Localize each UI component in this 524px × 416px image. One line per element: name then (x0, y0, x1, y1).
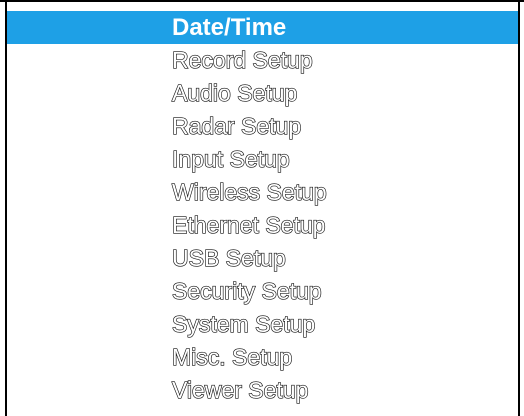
menu-item-wireless-setup[interactable]: Wireless Setup (7, 176, 518, 209)
menu-item-date-time[interactable]: Date/Time (7, 11, 518, 44)
menu-item-ethernet-setup[interactable]: Ethernet Setup (7, 209, 518, 242)
menu-item-usb-setup[interactable]: USB Setup (7, 242, 518, 275)
menu-item-record-setup[interactable]: Record Setup (7, 44, 518, 77)
right-border (518, 0, 520, 416)
setup-menu-screen: Date/Time Record Setup Audio Setup Radar… (0, 0, 524, 416)
menu-item-input-setup[interactable]: Input Setup (7, 143, 518, 176)
menu-item-misc-setup[interactable]: Misc. Setup (7, 341, 518, 374)
menu-item-viewer-setup[interactable]: Viewer Setup (7, 374, 518, 407)
menu-item-audio-setup[interactable]: Audio Setup (7, 77, 518, 110)
setup-menu: Date/Time Record Setup Audio Setup Radar… (7, 11, 518, 407)
top-border (0, 0, 524, 2)
menu-item-radar-setup[interactable]: Radar Setup (7, 110, 518, 143)
menu-item-security-setup[interactable]: Security Setup (7, 275, 518, 308)
menu-item-system-setup[interactable]: System Setup (7, 308, 518, 341)
